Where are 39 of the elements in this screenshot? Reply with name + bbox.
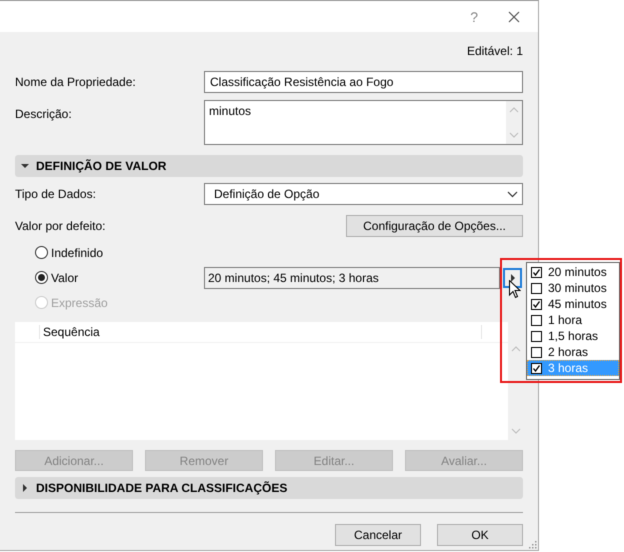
field-label: Valor por defeito: — [15, 219, 106, 233]
triangle-right-icon — [510, 274, 516, 282]
value-field[interactable]: 20 minutos; 45 minutos; 3 horas — [204, 266, 500, 288]
dialog-button[interactable]: Cancelar — [335, 524, 421, 546]
field-label: Nome da Propriedade: — [15, 75, 137, 89]
checkbox[interactable] — [531, 266, 542, 278]
section-header[interactable]: DEFINIÇÃO DE VALOR — [15, 155, 523, 177]
checkbox[interactable] — [531, 298, 542, 310]
option-item[interactable]: 1 hora — [527, 312, 619, 328]
close-icon[interactable] — [508, 10, 520, 22]
data-type-dropdown[interactable]: Definição de Opção — [204, 183, 523, 205]
checkbox[interactable] — [531, 362, 542, 374]
column-header[interactable]: Sequência — [39, 325, 482, 339]
name-input-field[interactable]: Classificação Resistência ao Fogo — [204, 71, 523, 93]
collapse-triangle-icon — [21, 162, 29, 170]
option-item[interactable]: 45 minutos — [527, 296, 619, 312]
section-header[interactable]: DISPONIBILIDADE PARA CLASSIFICAÇÕES — [15, 477, 523, 499]
options-settings-button[interactable]: Configuração de Opções... — [346, 215, 523, 237]
resize-grip-icon[interactable] — [528, 540, 537, 549]
chevron-down-icon — [507, 190, 518, 198]
dialog-button[interactable]: OK — [437, 524, 523, 546]
radio-button[interactable]: Indefinido — [35, 246, 204, 260]
option-item[interactable]: 1,5 horas — [527, 328, 619, 344]
section-title: DEFINIÇÃO DE VALOR — [36, 159, 166, 173]
option-item[interactable]: 30 minutos — [527, 280, 619, 296]
checkbox[interactable] — [531, 314, 542, 326]
help-button[interactable]: ? — [470, 8, 478, 24]
field-label: Descrição: — [15, 107, 73, 121]
section-title: DISPONIBILIDADE PARA CLASSIFICAÇÕES — [36, 481, 288, 495]
mouse-pointer-icon — [509, 280, 521, 299]
checkbox[interactable] — [531, 330, 542, 342]
radio-button[interactable]: Valor — [35, 270, 204, 284]
option-item[interactable]: 2 horas — [527, 344, 619, 360]
option-item[interactable]: 20 minutos — [527, 264, 619, 280]
field-label: Tipo de Dados: — [15, 187, 97, 201]
checkbox[interactable] — [531, 346, 542, 358]
checkbox[interactable] — [531, 282, 542, 294]
editable-count: Editável: 1 — [466, 44, 523, 58]
expand-triangle-icon — [21, 484, 29, 492]
